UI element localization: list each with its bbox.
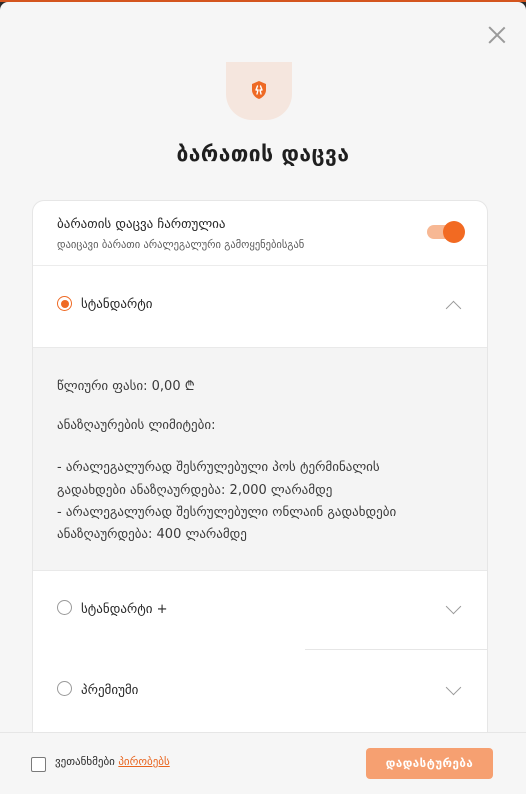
plan-divider <box>305 649 487 650</box>
modal-title: ბარათის დაცვა <box>176 142 350 166</box>
details-line: გადახდები ანაზღაურდება: 2,000 ლარამდე <box>57 483 333 498</box>
details-line: ანაზღაურდება: 400 ლარამდე <box>57 527 247 542</box>
plan-standard-radio[interactable] <box>57 296 72 311</box>
agree-checkbox[interactable] <box>31 757 46 772</box>
toggle-subtitle: დაიცავი ბარათი არალეგალური გამოყენებისგა… <box>57 239 305 251</box>
shield-icon <box>252 81 266 99</box>
details-line: - არალეგალურად შესრულებული ონლაინ გადახდ… <box>57 505 397 520</box>
toggle-title: ბარათის დაცვა ჩართულია <box>57 217 226 232</box>
chevron-down-icon[interactable] <box>445 679 462 696</box>
confirm-button[interactable]: დადასტურება <box>366 748 493 779</box>
close-icon[interactable] <box>486 24 508 46</box>
plan-premium-radio[interactable] <box>57 681 72 696</box>
agree-label: ვეთანხმები <box>55 755 119 768</box>
plan-standard-label: სტანდარტი <box>81 297 153 312</box>
limits-heading: ანაზღაურების ლიმიტები: <box>57 418 216 433</box>
plan-standard-plus[interactable]: სტანდარტი + <box>33 570 487 650</box>
protection-toggle-row: ბარათის დაცვა ჩართულია დაიცავი ბარათი არ… <box>33 201 487 266</box>
plan-standard-plus-label: სტანდარტი + <box>81 602 168 617</box>
plan-premium-label: პრემიუმი <box>81 683 139 698</box>
terms-link[interactable]: პირობებს <box>118 755 169 768</box>
plan-details-panel: წლიური ფასი: 0,00 ₾ ანაზღაურების ლიმიტებ… <box>33 347 487 571</box>
card-protection-modal: ბარათის დაცვა ბარათის დაცვა ჩართულია დაი… <box>0 2 526 794</box>
plan-premium[interactable]: პრემიუმი <box>33 651 487 731</box>
agree-text: ვეთანხმები პირობებს <box>55 755 170 768</box>
chevron-down-icon[interactable] <box>445 598 462 615</box>
modal-footer: ვეთანხმები პირობებს დადასტურება <box>0 732 526 794</box>
details-line: - არალეგალურად შესრულებული პოს ტერმინალი… <box>57 460 380 475</box>
toggle-knob <box>443 221 465 243</box>
annual-price: წლიური ფასი: 0,00 ₾ <box>57 379 195 394</box>
plan-standard[interactable]: სტანდარტი <box>33 266 487 346</box>
protection-card: ბარათის დაცვა ჩართულია დაიცავი ბარათი არ… <box>32 200 488 741</box>
chevron-up-icon[interactable] <box>445 300 462 317</box>
shield-badge <box>226 62 292 120</box>
plan-standard-plus-radio[interactable] <box>57 600 72 615</box>
protection-toggle-switch[interactable] <box>427 221 465 243</box>
